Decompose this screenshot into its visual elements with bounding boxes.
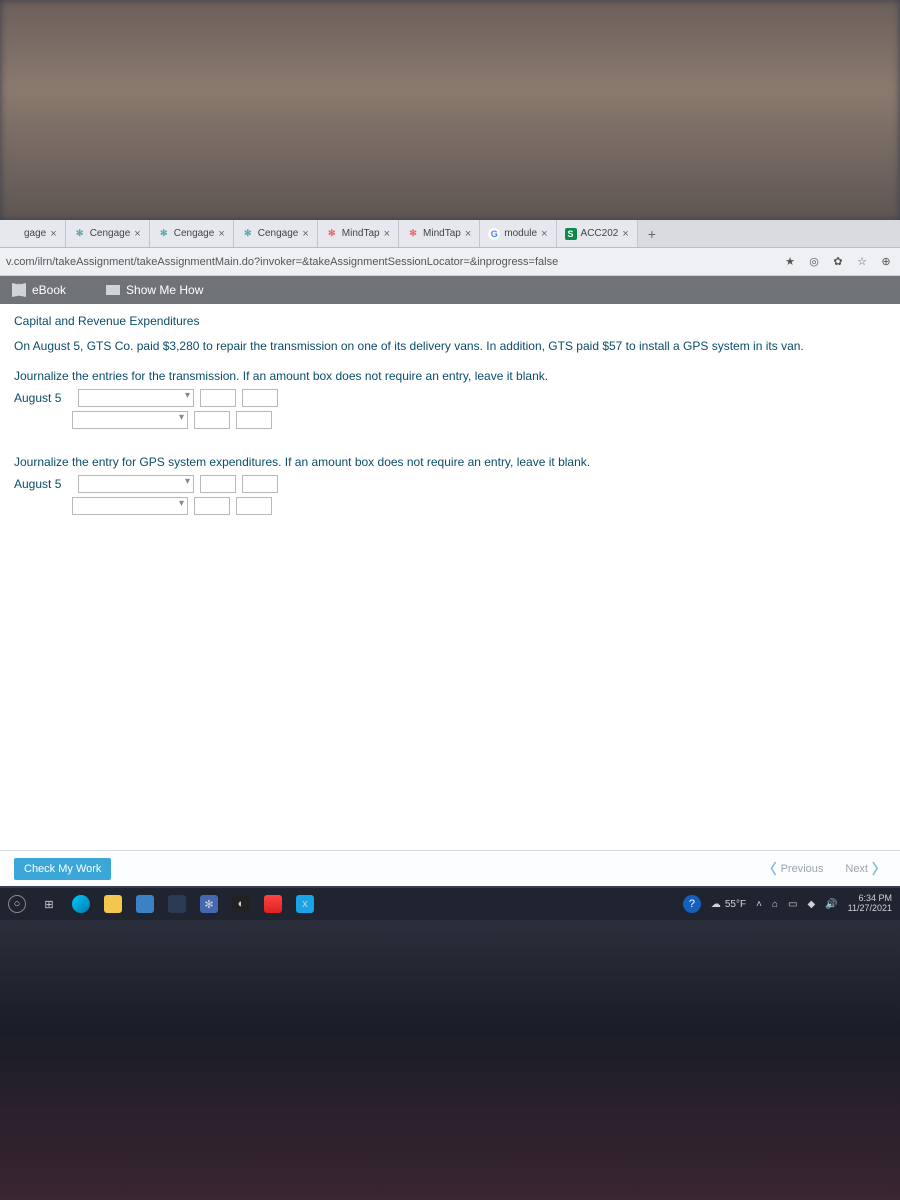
- app-icon[interactable]: ◐: [232, 895, 250, 913]
- app-icon[interactable]: ✻: [200, 895, 218, 913]
- close-icon[interactable]: ×: [302, 228, 308, 240]
- star-icon[interactable]: ★: [782, 255, 798, 268]
- tab-label: MindTap: [342, 228, 380, 239]
- browser-tab[interactable]: ✻ Cengage ×: [66, 220, 150, 247]
- browser-tab[interactable]: S ACC202 ×: [557, 220, 638, 247]
- close-icon[interactable]: ×: [134, 228, 140, 240]
- tab-favicon: ✻: [407, 228, 419, 240]
- volume-icon[interactable]: 🔊: [825, 899, 837, 910]
- app-icon[interactable]: [264, 895, 282, 913]
- wifi-icon[interactable]: ◆: [807, 899, 815, 910]
- next-link[interactable]: Next 〉: [845, 859, 886, 879]
- file-explorer-icon[interactable]: [104, 895, 122, 913]
- windows-taskbar: ○ ⊞ ✻ ◐ x ? ☁ 55°F ˄ ⌂ ▭ ◆ 🔊 6:34 PM 11/…: [0, 888, 900, 920]
- system-clock[interactable]: 6:34 PM 11/27/2021: [848, 894, 892, 914]
- journal-date: August 5: [14, 391, 72, 405]
- credit-input[interactable]: [236, 411, 272, 429]
- store-icon[interactable]: [168, 895, 186, 913]
- clock-date: 11/27/2021: [848, 904, 892, 914]
- cloud-icon: ☁: [711, 899, 721, 910]
- debit-input[interactable]: [194, 411, 230, 429]
- ebook-label: eBook: [32, 283, 66, 297]
- search-icon[interactable]: ○: [8, 895, 26, 913]
- target-icon[interactable]: ◎: [806, 255, 822, 268]
- weather-temp: 55°F: [725, 899, 746, 910]
- chevron-up-icon[interactable]: ˄: [756, 899, 762, 910]
- tab-favicon: ✻: [326, 228, 338, 240]
- ebook-link[interactable]: eBook: [12, 283, 66, 297]
- book-icon: [12, 283, 26, 297]
- chevron-right-icon: 〉: [872, 859, 886, 879]
- tab-favicon: ✻: [158, 228, 170, 240]
- tab-label: Cengage: [258, 228, 299, 239]
- battery-icon[interactable]: ▭: [788, 899, 797, 910]
- credit-input[interactable]: [242, 389, 278, 407]
- show-me-how-link[interactable]: Show Me How: [106, 283, 203, 297]
- video-icon: [106, 285, 120, 295]
- chevron-left-icon: 〈: [763, 859, 777, 879]
- tab-favicon: ✻: [242, 228, 254, 240]
- tab-favicon: G: [488, 228, 500, 240]
- close-icon[interactable]: ×: [541, 228, 547, 240]
- instruction-text: Journalize the entry for GPS system expe…: [14, 455, 886, 469]
- browser-tab[interactable]: G module ×: [480, 220, 556, 247]
- tab-label: module: [504, 228, 537, 239]
- show-me-label: Show Me How: [126, 283, 203, 297]
- tab-label: Cengage: [90, 228, 131, 239]
- new-tab-button[interactable]: +: [638, 226, 666, 242]
- debit-input[interactable]: [200, 389, 236, 407]
- tab-label: ACC202: [581, 228, 619, 239]
- account-dropdown[interactable]: [72, 497, 188, 515]
- credit-input[interactable]: [242, 475, 278, 493]
- problem-statement: On August 5, GTS Co. paid $3,280 to repa…: [14, 338, 886, 355]
- close-icon[interactable]: ×: [384, 228, 390, 240]
- onedrive-icon[interactable]: ⌂: [772, 899, 778, 910]
- close-icon[interactable]: ×: [218, 228, 224, 240]
- browser-tab[interactable]: ✻ MindTap ×: [399, 220, 480, 247]
- edge-icon[interactable]: [72, 895, 90, 913]
- collections-icon[interactable]: ⊕: [878, 255, 894, 268]
- tab-label: gage: [24, 228, 46, 239]
- debit-input[interactable]: [194, 497, 230, 515]
- previous-link[interactable]: 〈 Previous: [763, 859, 824, 879]
- assignment-bottom-nav: Check My Work 〈 Previous Next 〉: [0, 850, 900, 886]
- browser-tab[interactable]: ✻ Cengage ×: [150, 220, 234, 247]
- favorites-icon[interactable]: ☆: [854, 255, 870, 268]
- app-icon[interactable]: x: [296, 895, 314, 913]
- check-my-work-button[interactable]: Check My Work: [14, 858, 111, 880]
- tab-label: MindTap: [423, 228, 461, 239]
- url-text[interactable]: v.com/ilrn/takeAssignment/takeAssignment…: [6, 256, 774, 268]
- assignment-toolbar: eBook Show Me How: [0, 276, 900, 304]
- tab-favicon: [8, 228, 20, 240]
- debit-input[interactable]: [200, 475, 236, 493]
- weather-widget[interactable]: ☁ 55°F: [711, 899, 746, 910]
- task-view-icon[interactable]: ⊞: [40, 895, 58, 913]
- close-icon[interactable]: ×: [622, 228, 628, 240]
- credit-input[interactable]: [236, 497, 272, 515]
- browser-tab[interactable]: ✻ Cengage ×: [234, 220, 318, 247]
- browser-tab[interactable]: gage ×: [0, 220, 66, 247]
- tab-favicon: S: [565, 228, 577, 240]
- browser-urlbar: v.com/ilrn/takeAssignment/takeAssignment…: [0, 248, 900, 276]
- help-icon[interactable]: ?: [683, 895, 701, 913]
- tab-label: Cengage: [174, 228, 215, 239]
- next-label: Next: [845, 863, 868, 875]
- assignment-body: Capital and Revenue Expenditures On Augu…: [0, 304, 900, 886]
- account-dropdown[interactable]: [78, 475, 194, 493]
- close-icon[interactable]: ×: [50, 228, 56, 240]
- tab-favicon: ✻: [74, 228, 86, 240]
- close-icon[interactable]: ×: [465, 228, 471, 240]
- account-dropdown[interactable]: [72, 411, 188, 429]
- instruction-text: Journalize the entries for the transmiss…: [14, 369, 886, 383]
- app-icon[interactable]: [136, 895, 154, 913]
- assignment-title: Capital and Revenue Expenditures: [14, 314, 886, 328]
- previous-label: Previous: [781, 863, 824, 875]
- browser-tab[interactable]: ✻ MindTap ×: [318, 220, 399, 247]
- extension-icon[interactable]: ✿: [830, 255, 846, 268]
- journal-date: August 5: [14, 477, 72, 491]
- browser-tabstrip: gage × ✻ Cengage × ✻ Cengage × ✻ Cengage…: [0, 220, 900, 248]
- account-dropdown[interactable]: [78, 389, 194, 407]
